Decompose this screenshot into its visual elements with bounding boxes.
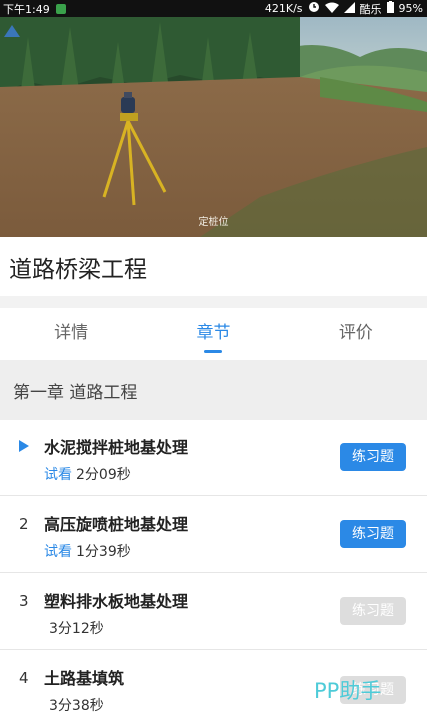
video-caption: 定桩位 <box>198 217 229 228</box>
status-time: 下午1:49 <box>3 2 50 16</box>
lesson-item[interactable]: 3 塑料排水板地基处理 3分12秒 练习题 <box>0 574 427 650</box>
battery-icon <box>386 1 394 16</box>
lesson-item[interactable]: 2 高压旋喷桩地基处理 试看 1分39秒 练习题 <box>0 497 427 573</box>
video-player[interactable]: 定桩位 <box>0 17 427 237</box>
section-divider <box>0 296 427 308</box>
trial-label: 试看 <box>44 544 72 560</box>
trial-label: 试看 <box>44 467 72 483</box>
lesson-meta: 3分38秒 <box>49 695 104 715</box>
practice-button-disabled: 练习题 <box>340 597 406 625</box>
lesson-meta: 3分12秒 <box>49 618 104 638</box>
practice-button[interactable]: 练习题 <box>340 520 406 548</box>
pp-assistant-watermark: PP助手 <box>314 679 382 703</box>
notification-app-icon <box>55 3 66 14</box>
lesson-index: 4 <box>19 669 29 687</box>
company-logo-icon <box>4 25 20 37</box>
wifi-icon <box>324 2 339 16</box>
playing-indicator-icon <box>19 437 29 456</box>
lesson-duration: 1分39秒 <box>76 544 131 560</box>
carrier-name: 酷乐 <box>359 2 382 16</box>
lesson-meta: 试看 2分09秒 <box>44 464 131 484</box>
tab-reviews[interactable]: 评价 <box>285 308 427 360</box>
tab-bar: 详情 章节 评价 <box>0 308 427 360</box>
lesson-duration: 3分12秒 <box>49 621 104 637</box>
lesson-duration: 3分38秒 <box>49 698 104 714</box>
signal-icon <box>343 1 355 16</box>
tab-details[interactable]: 详情 <box>0 308 142 360</box>
chapter-header[interactable]: 第一章 道路工程 <box>0 360 427 420</box>
active-tab-indicator <box>204 350 223 353</box>
lesson-item[interactable]: 水泥搅拌桩地基处理 试看 2分09秒 练习题 <box>0 420 427 496</box>
network-speed: 421K/s <box>264 2 303 15</box>
lesson-duration: 2分09秒 <box>76 467 131 483</box>
video-frame <box>0 17 427 237</box>
lesson-title: 水泥搅拌桩地基处理 <box>44 438 189 457</box>
alarm-icon <box>308 1 320 16</box>
lesson-meta: 试看 1分39秒 <box>44 541 131 561</box>
lesson-index: 2 <box>19 515 29 533</box>
lesson-title: 高压旋喷桩地基处理 <box>44 515 189 534</box>
lesson-title: 土路基填筑 <box>44 669 125 688</box>
lesson-title: 塑料排水板地基处理 <box>44 592 189 611</box>
tab-chapters[interactable]: 章节 <box>142 308 284 360</box>
course-title: 道路桥梁工程 <box>9 257 147 283</box>
battery-level: 95% <box>398 2 423 15</box>
status-bar: 下午1:49 421K/s 酷乐 95% <box>0 0 427 17</box>
practice-button[interactable]: 练习题 <box>340 443 406 471</box>
lesson-index: 3 <box>19 592 29 610</box>
tab-chapters-label: 章节 <box>196 323 231 343</box>
